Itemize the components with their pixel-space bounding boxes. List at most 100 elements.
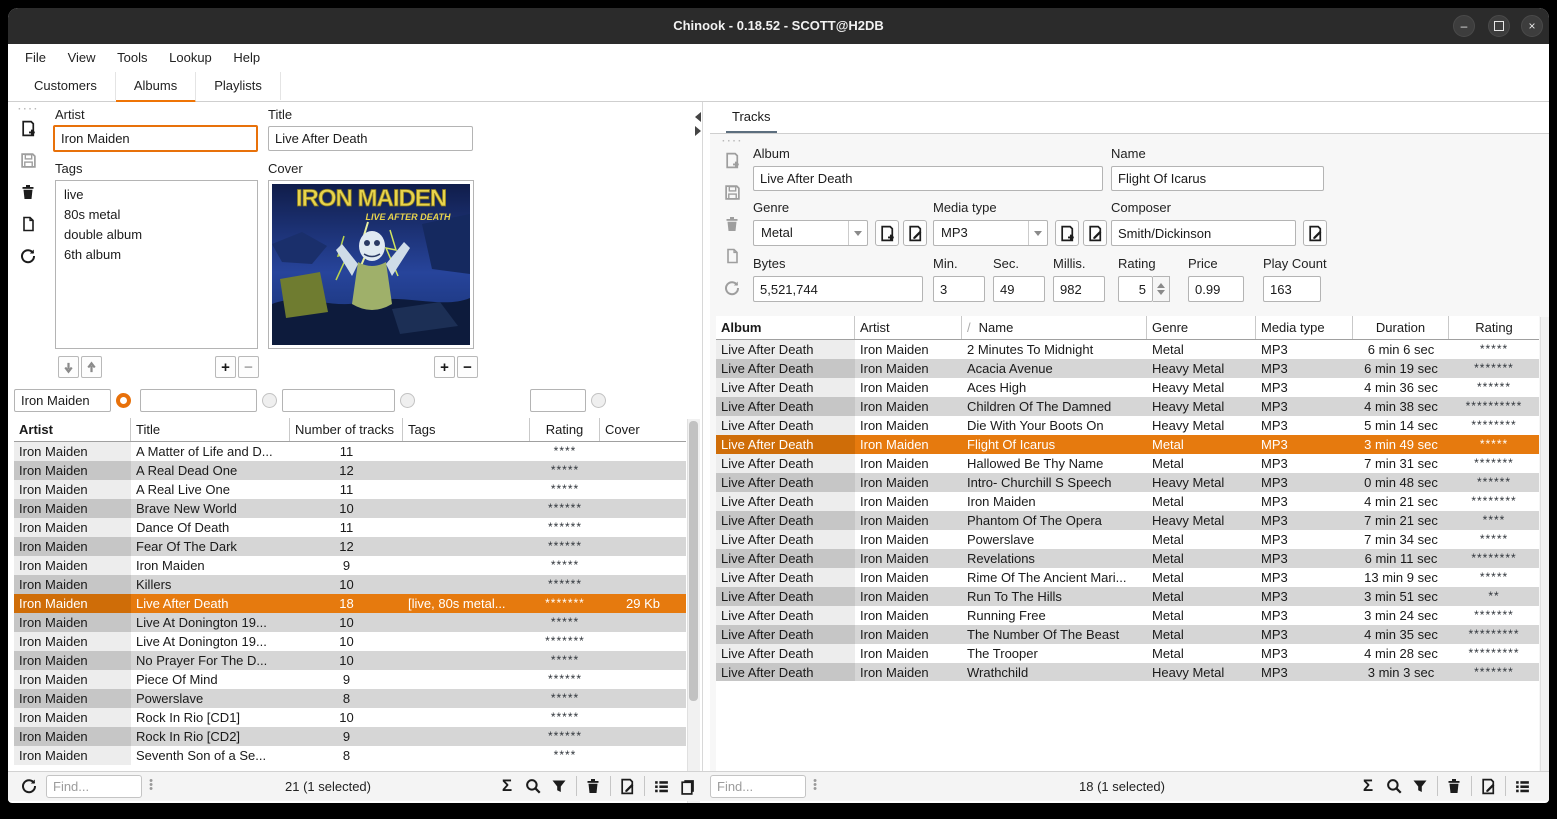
tracks-save-button[interactable] — [720, 180, 744, 204]
table-row[interactable]: Iron MaidenFear Of The Dark12****** — [14, 537, 686, 556]
tracks-delete-record-button[interactable] — [720, 212, 744, 236]
menu-help[interactable]: Help — [224, 44, 269, 72]
price-field[interactable] — [1188, 276, 1244, 302]
column-header-title[interactable]: Title — [131, 418, 290, 441]
table-row[interactable]: Iron MaidenSeventh Son of a Se...8**** — [14, 746, 686, 765]
genre-edit-button[interactable] — [903, 220, 927, 246]
table-row[interactable]: Iron MaidenDance Of Death11****** — [14, 518, 686, 537]
table-row[interactable]: Live After DeathIron MaidenIron MaidenMe… — [716, 492, 1539, 511]
media-type-dropdown-button[interactable] — [1028, 221, 1047, 245]
tag-item[interactable]: double album — [64, 225, 249, 245]
table-row[interactable]: Live After DeathIron MaidenThe TrooperMe… — [716, 644, 1539, 663]
table-row[interactable]: Live After DeathIron MaidenFlight Of Ica… — [716, 435, 1539, 454]
tracks-aggregate-button[interactable]: Σ — [1357, 775, 1379, 797]
filter-title-input[interactable] — [140, 389, 257, 412]
tracks-delete-button[interactable] — [1443, 775, 1465, 797]
album-field[interactable] — [753, 166, 1103, 191]
column-header-tracks[interactable]: Number of tracks — [290, 418, 403, 441]
table-row[interactable]: Iron MaidenLive After Death18[live, 80s … — [14, 594, 686, 613]
tracks-search-button[interactable] — [1383, 775, 1405, 797]
tracks-filter-button[interactable] — [1409, 775, 1431, 797]
column-header-media[interactable]: Media type — [1256, 316, 1353, 339]
table-row[interactable]: Iron MaidenBrave New World10****** — [14, 499, 686, 518]
save-button[interactable] — [16, 148, 40, 172]
table-row[interactable]: Live After DeathIron MaidenPhantom Of Th… — [716, 511, 1539, 530]
genre-combobox[interactable]: Metal — [753, 220, 868, 246]
delete-record-button[interactable] — [16, 180, 40, 204]
tab-customers[interactable]: Customers — [16, 72, 116, 100]
tracks-find-input[interactable] — [710, 775, 806, 798]
table-row[interactable]: Iron MaidenNo Prayer For The D...10***** — [14, 651, 686, 670]
name-field[interactable] — [1111, 166, 1324, 191]
table-row[interactable]: Live After DeathIron MaidenWrathchildHea… — [716, 663, 1539, 682]
tracks-copy-record-button[interactable] — [720, 244, 744, 268]
table-row[interactable]: Live After DeathIron MaidenAces HighHeav… — [716, 378, 1539, 397]
tag-item[interactable]: 6th album — [64, 245, 249, 265]
sec-field[interactable] — [993, 276, 1045, 302]
table-row[interactable]: Iron MaidenRock In Rio [CD2]9****** — [14, 727, 686, 746]
albums-scrollbar-thumb[interactable] — [689, 421, 698, 701]
cover-add-button[interactable]: + — [434, 356, 455, 378]
albums-find-input[interactable] — [46, 775, 142, 798]
filter-tracks-input[interactable] — [282, 389, 395, 412]
column-header-tags[interactable]: Tags — [403, 418, 530, 441]
refresh-button[interactable] — [16, 244, 40, 268]
rating-spinner[interactable] — [1118, 276, 1153, 302]
millis-field[interactable] — [1053, 276, 1105, 302]
filter-artist-input[interactable] — [14, 389, 111, 412]
column-header-cover[interactable]: Cover — [600, 418, 686, 441]
rating-spinner-buttons[interactable] — [1153, 276, 1170, 302]
table-row[interactable]: Iron MaidenA Real Live One11***** — [14, 480, 686, 499]
composer-field[interactable] — [1111, 220, 1296, 246]
table-row[interactable]: Iron MaidenIron Maiden9***** — [14, 556, 686, 575]
splitter-collapse-right-icon[interactable] — [695, 126, 701, 136]
table-row[interactable]: Live After DeathIron Maiden2 Minutes To … — [716, 340, 1539, 359]
column-header-duration[interactable]: Duration — [1353, 316, 1449, 339]
splitter-collapse-left-icon[interactable] — [695, 112, 701, 122]
tag-move-up-button[interactable] — [81, 356, 102, 378]
tracks-edit-button[interactable] — [1477, 775, 1499, 797]
table-row[interactable]: Live After DeathIron MaidenAcacia Avenue… — [716, 359, 1539, 378]
min-field[interactable] — [933, 276, 985, 302]
menu-view[interactable]: View — [59, 44, 105, 72]
menu-tools[interactable]: Tools — [108, 44, 156, 72]
table-row[interactable]: Iron MaidenA Matter of Life and D...11**… — [14, 442, 686, 461]
tab-playlists[interactable]: Playlists — [196, 72, 281, 100]
title-field[interactable] — [268, 126, 473, 151]
filter-tracks-radio[interactable] — [400, 393, 415, 408]
albums-aggregate-button[interactable]: Σ — [496, 775, 518, 797]
cover-image[interactable]: IRON MAIDEN LIVE AFTER DEATH — [268, 180, 474, 349]
toolbar-grip[interactable]: ···· — [18, 104, 39, 115]
panel-splitter[interactable] — [702, 102, 703, 771]
tracks-refresh-button[interactable] — [720, 276, 744, 300]
minimize-button[interactable]: – — [1453, 15, 1475, 37]
table-row[interactable]: Live After DeathIron MaidenIntro- Church… — [716, 473, 1539, 492]
table-row[interactable]: Live After DeathIron MaidenRevelationsMe… — [716, 549, 1539, 568]
find-grip[interactable]: ••• — [812, 779, 818, 791]
column-header-name[interactable]: /Name — [962, 316, 1147, 339]
menu-file[interactable]: File — [16, 44, 55, 72]
composer-edit-button[interactable] — [1303, 220, 1327, 246]
cover-remove-button[interactable]: − — [457, 356, 478, 378]
menu-lookup[interactable]: Lookup — [160, 44, 221, 72]
albums-delete-button[interactable] — [582, 775, 604, 797]
tracks-add-record-button[interactable] — [720, 148, 744, 172]
tracks-columns-button[interactable] — [1511, 775, 1533, 797]
tab-tracks[interactable]: Tracks — [726, 102, 777, 133]
table-row[interactable]: Live After DeathIron MaidenPowerslaveMet… — [716, 530, 1539, 549]
tag-item[interactable]: live — [64, 185, 249, 205]
filter-rating-input[interactable] — [530, 389, 586, 412]
albums-refresh-button[interactable] — [18, 775, 40, 797]
albums-edit-button[interactable] — [616, 775, 638, 797]
column-header-rating[interactable]: Rating — [1449, 316, 1539, 339]
genre-dropdown-button[interactable] — [848, 221, 867, 245]
albums-columns-button[interactable] — [650, 775, 672, 797]
media-type-add-button[interactable] — [1055, 220, 1079, 246]
maximize-button[interactable] — [1488, 15, 1510, 37]
column-header-artist[interactable]: Artist — [14, 418, 131, 441]
play-count-field[interactable] — [1263, 276, 1321, 302]
table-row[interactable]: Iron MaidenKillers10****** — [14, 575, 686, 594]
artist-field[interactable] — [53, 125, 258, 152]
column-header-rating[interactable]: Rating — [530, 418, 600, 441]
table-row[interactable]: Iron MaidenRock In Rio [CD1]10***** — [14, 708, 686, 727]
